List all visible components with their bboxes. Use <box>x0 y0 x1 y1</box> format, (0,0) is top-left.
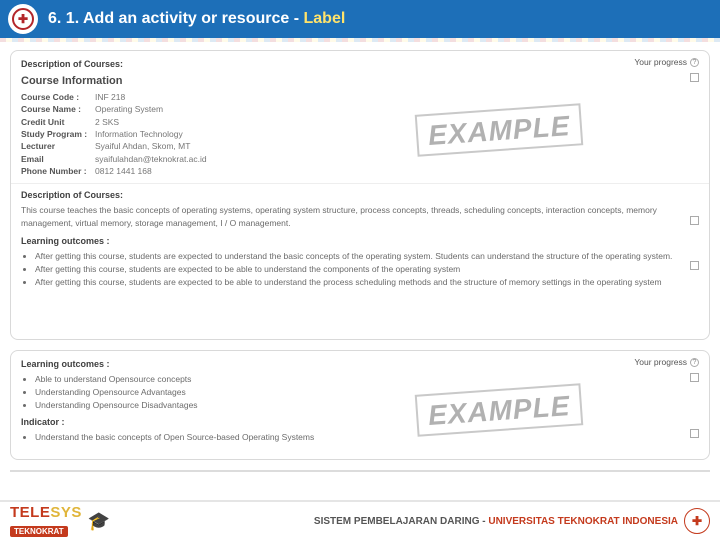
example-panel-2: Your progress ? Learning outcomes : Able… <box>10 350 710 460</box>
indicator-list: Understand the basic concepts of Open So… <box>21 431 699 444</box>
header-bar: ✚ 6. 1. Add an activity or resource - La… <box>0 0 720 38</box>
lo-label: Learning outcomes : <box>21 359 699 369</box>
list-item: After getting this course, students are … <box>35 250 699 263</box>
brand-logo-text: TELESYS <box>10 504 82 521</box>
completion-checkbox[interactable] <box>690 73 699 84</box>
completion-checkbox[interactable] <box>690 373 699 384</box>
institution-logo: ✚ <box>8 4 38 34</box>
list-item: After getting this course, students are … <box>35 276 699 289</box>
kv-email: Emailsyaifulahdan@teknokrat.ac.id <box>21 153 699 165</box>
list-item: After getting this course, students are … <box>35 263 699 276</box>
indicator-label: Indicator : <box>21 417 699 427</box>
list-item: Able to understand Opensource concepts <box>35 373 699 386</box>
progress-label: Your progress <box>634 357 687 367</box>
progress-indicator: Your progress ? <box>634 357 699 367</box>
footer: TELESYS TEKNOKRAT 🎓 SISTEM PEMBELAJARAN … <box>0 500 720 540</box>
footer-divider <box>10 470 710 472</box>
list-item: Understand the basic concepts of Open So… <box>35 431 699 444</box>
kv-course-code: Course Code :INF 218 <box>21 91 699 103</box>
course-info-heading: Course Information <box>21 75 699 87</box>
footer-text: SISTEM PEMBELAJARAN DARING - UNIVERSITAS… <box>314 516 678 527</box>
help-icon[interactable]: ? <box>690 358 699 367</box>
lo-list: After getting this course, students are … <box>21 250 699 290</box>
lo-list: Able to understand Opensource concepts U… <box>21 373 699 413</box>
lo-label: Learning outcomes : <box>21 236 699 246</box>
list-item: Understanding Opensource Disadvantages <box>35 399 699 412</box>
graduation-cap-icon: 🎓 <box>88 511 110 532</box>
header-accent <box>0 38 720 42</box>
completion-checkbox[interactable] <box>690 261 699 272</box>
title-text: 6. 1. Add an activity or resource - <box>48 10 304 27</box>
page-title: 6. 1. Add an activity or resource - Labe… <box>48 10 345 28</box>
brand-sub: TEKNOKRAT <box>10 526 68 537</box>
footer-institution-logo: ✚ <box>684 508 710 534</box>
progress-indicator: Your progress ? <box>634 57 699 67</box>
kv-study-program: Study Program :Information Technology <box>21 128 699 140</box>
course-description: This course teaches the basic concepts o… <box>21 204 699 230</box>
help-icon[interactable]: ? <box>690 58 699 67</box>
example-panel-1: Your progress ? Description of Courses: … <box>10 50 710 340</box>
kv-course-name: Course Name :Operating System <box>21 103 699 115</box>
kv-phone: Phone Number :0812 1441 168 <box>21 165 699 177</box>
kv-credit-unit: Credit Unit2 SKS <box>21 116 699 128</box>
page-body: Your progress ? Description of Courses: … <box>0 42 720 460</box>
list-item: Understanding Opensource Advantages <box>35 386 699 399</box>
title-emph: Label <box>304 10 346 27</box>
footer-right: SISTEM PEMBELAJARAN DARING - UNIVERSITAS… <box>314 508 710 534</box>
section-desc2-label: Description of Courses: <box>21 190 699 200</box>
section-desc-label: Description of Courses: <box>21 59 699 69</box>
kv-lecturer: LecturerSyaiful Ahdan, Skom, MT <box>21 140 699 152</box>
divider <box>11 183 709 184</box>
completion-checkbox[interactable] <box>690 216 699 227</box>
footer-brand: TELESYS TEKNOKRAT 🎓 <box>10 504 110 539</box>
progress-label: Your progress <box>634 57 687 67</box>
completion-checkbox[interactable] <box>690 429 699 440</box>
